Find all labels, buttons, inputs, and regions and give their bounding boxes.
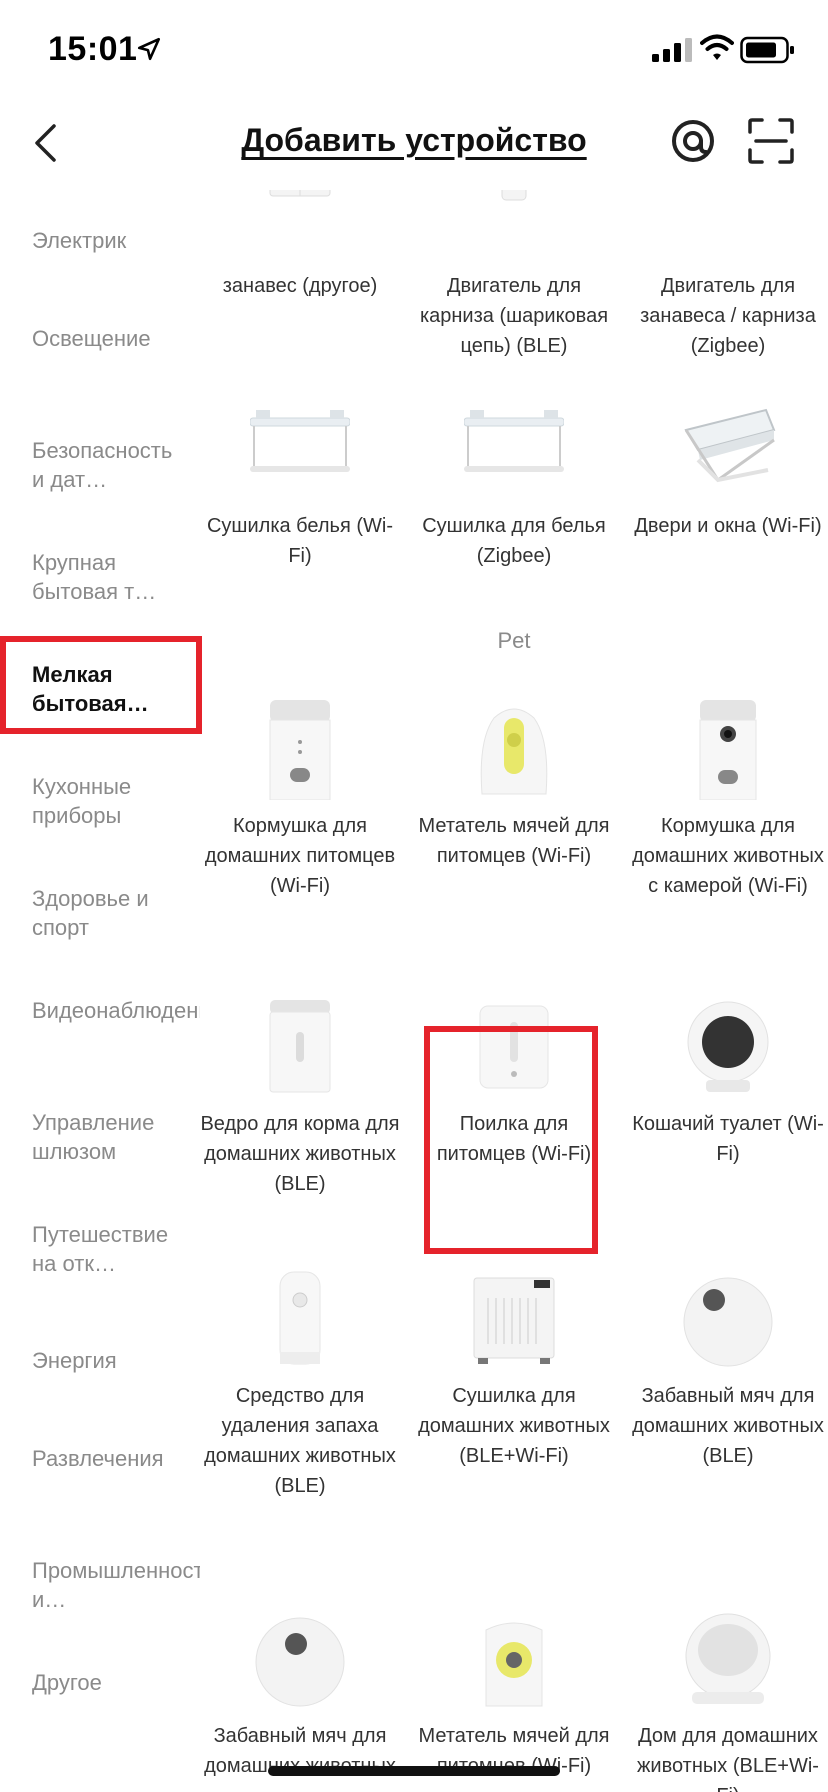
sidebar-item-large-appliances[interactable]: Крупная бытовая т… (32, 548, 182, 606)
food-bucket-icon (269, 1000, 331, 1093)
device-pet-ball-thrower-2[interactable]: Метатель мячей для питомцев (Wi-Fi) (414, 1610, 614, 1781)
sidebar-item-kitchen[interactable]: Кухонные приборы (32, 772, 182, 830)
sidebar-item-entertainment[interactable]: Развлечения (32, 1444, 182, 1473)
device-cat-litter-box[interactable]: Кошачий туалет (Wi-Fi) (628, 998, 828, 1169)
sidebar-item-gateway[interactable]: Управление шлюзом (32, 1108, 182, 1166)
auto-scan-icon[interactable] (668, 116, 718, 166)
litter-box-icon (687, 1001, 769, 1092)
fun-ball-icon (255, 1617, 345, 1707)
sidebar-item-security[interactable]: Безопасность и дат… (32, 436, 182, 494)
device-clothes-dryer-wifi[interactable]: Сушилка белья (Wi-Fi) (200, 400, 400, 571)
ball-thrower-icon (480, 708, 548, 795)
device-pet-feeder[interactable]: Кормушка для домашних питомцев (Wi-Fi) (200, 700, 400, 901)
section-title-pet: Pet (497, 628, 531, 653)
clothes-dryer-icon (463, 410, 565, 472)
device-label: занавес (другое) (222, 275, 378, 297)
location-arrow-icon (137, 37, 161, 61)
curtain-motor-icon (501, 190, 527, 201)
device-clothes-dryer-zigbee[interactable]: Сушилка для белья (Zigbee) (414, 400, 614, 571)
device-pet-food-bucket[interactable]: Ведро для корма для домашних животных (B… (200, 998, 400, 1199)
camera-feeder-icon (699, 700, 757, 801)
sidebar-item-energy[interactable]: Энергия (32, 1346, 182, 1375)
clothes-dryer-icon (249, 410, 351, 472)
device-pet-ball-thrower[interactable]: Метатель мячей для питомцев (Wi-Fi) (414, 700, 614, 871)
highlight-box-sidebar (0, 636, 202, 734)
device-label: Двери и окна (Wi-Fi) (634, 515, 822, 537)
curtain-device-icon (269, 190, 331, 197)
sidebar-item-other[interactable]: Другое (32, 1668, 182, 1697)
device-grid: занавес (другое) Двигатель для карниза (… (200, 190, 828, 1792)
sidebar-item-industry[interactable]: Промышленность и… (32, 1556, 200, 1614)
home-indicator[interactable] (268, 1766, 560, 1776)
qr-scan-icon[interactable] (746, 116, 796, 166)
pet-dryer-icon (473, 1277, 555, 1364)
device-label: Ведро для корма для домашних животных (B… (200, 1113, 400, 1195)
odor-remover-icon (279, 1271, 321, 1365)
fun-ball-icon (683, 1277, 773, 1367)
device-curtain-motor-zigbee[interactable]: Двигатель для занавеса / карниза (Zigbee… (628, 190, 828, 361)
device-label: Дом для домашних животных (BLE+Wi-Fi) (637, 1725, 819, 1792)
wifi-icon (700, 34, 734, 60)
cellular-signal-icon (652, 38, 692, 62)
device-label: Двигатель для карниза (шариковая цепь) (… (419, 275, 609, 357)
device-pet-dryer[interactable]: Сушилка для домашних животных (BLE+Wi-Fi… (414, 1270, 614, 1471)
device-curtain-other[interactable]: занавес (другое) (200, 190, 400, 301)
nav-bar: Добавить устройство (0, 100, 828, 190)
device-curtain-motor-ble[interactable]: Двигатель для карниза (шариковая цепь) (… (414, 190, 614, 361)
device-label: Метатель мячей для питомцев (Wi-Fi) (418, 815, 610, 867)
device-label: Сушилка белья (Wi-Fi) (206, 515, 393, 567)
sidebar-item-travel[interactable]: Путешествие на отк… (32, 1220, 182, 1278)
device-label: Сушилка для домашних животных (BLE+Wi-Fi… (418, 1385, 610, 1467)
device-label: Средство для удаления запаха домашних жи… (204, 1385, 396, 1497)
pet-house-icon (685, 1613, 771, 1704)
curtain-motor-icon (678, 190, 778, 260)
ball-thrower-icon (485, 1622, 543, 1707)
sidebar-item-lighting[interactable]: Освещение (32, 324, 182, 353)
battery-icon (740, 36, 794, 64)
device-label: Кормушка для домашних питомцев (Wi-Fi) (204, 815, 396, 897)
device-label: Сушилка для белья (Zigbee) (422, 515, 606, 567)
device-pet-fun-ball-ble[interactable]: Забавный мяч для домашних животных (BLE) (628, 1270, 828, 1471)
sidebar-item-electric[interactable]: Электрик (32, 226, 182, 255)
device-label: Кошачий туалет (Wi-Fi) (632, 1113, 824, 1165)
device-pet-fun-ball[interactable]: Забавный мяч для домашних животных (200, 1610, 400, 1781)
highlight-box-device (424, 1026, 598, 1254)
device-doors-windows[interactable]: Двери и окна (Wi-Fi) (628, 400, 828, 541)
category-sidebar: Электрик Освещение Безопасность и дат… К… (0, 190, 200, 1792)
status-bar: 15:01 (0, 0, 828, 100)
device-label: Кормушка для домашних животных с камерой… (632, 815, 824, 897)
device-pet-feeder-camera[interactable]: Кормушка для домашних животных с камерой… (628, 700, 828, 901)
status-time: 15:01 (48, 30, 138, 68)
sidebar-item-health[interactable]: Здоровье и спорт (32, 884, 182, 942)
device-label: Двигатель для занавеса / карниза (Zigbee… (640, 275, 816, 357)
device-label: Забавный мяч для домашних животных (BLE) (632, 1385, 824, 1467)
pet-feeder-icon (269, 700, 331, 801)
window-icon (684, 408, 776, 483)
device-pet-house[interactable]: Дом для домашних животных (BLE+Wi-Fi) (628, 1610, 828, 1792)
sidebar-item-video[interactable]: Видеонаблюдение (32, 996, 200, 1025)
device-pet-odor-remover[interactable]: Средство для удаления запаха домашних жи… (200, 1270, 400, 1501)
